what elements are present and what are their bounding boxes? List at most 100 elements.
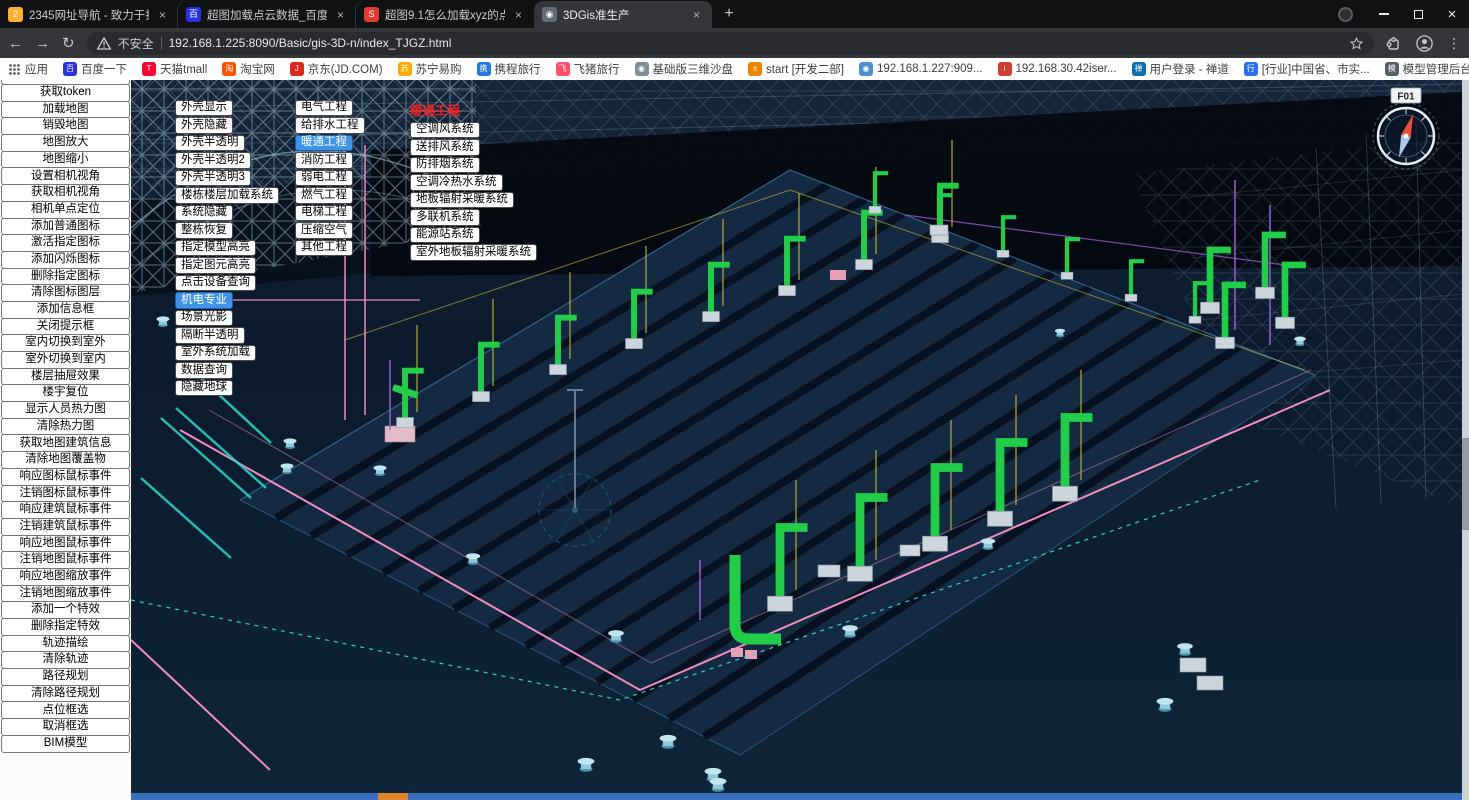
api-menu-item[interactable]: 响应地图鼠标事件 (1, 535, 130, 553)
model-menu-item[interactable]: 室外系统加载 (175, 345, 256, 361)
model-menu-item[interactable]: 外壳隐藏 (175, 117, 233, 133)
api-menu-item[interactable]: 响应地图缩放事件 (1, 568, 130, 586)
new-tab-button[interactable]: + (716, 1, 742, 27)
api-menu-item[interactable]: 楼宇复位 (1, 384, 130, 402)
compass-widget[interactable]: F01 (1367, 86, 1445, 172)
profile-badge-icon[interactable] (1338, 7, 1353, 22)
bookmark-item[interactable]: ◉ 192.168.1.227:909... (859, 61, 983, 77)
discipline-menu-item[interactable]: 电气工程 (295, 100, 353, 116)
api-menu-item[interactable]: 注销图标鼠标事件 (1, 485, 130, 503)
hvac-menu-item[interactable]: 室外地板辐射采暖系统 (410, 244, 537, 260)
api-menu-item[interactable]: 点位框选 (1, 701, 130, 719)
hvac-menu-item[interactable]: 空调冷热水系统 (410, 174, 503, 190)
model-menu-item[interactable]: 场景光影 (175, 310, 233, 326)
api-menu-item[interactable]: 地图缩小 (1, 151, 130, 169)
api-menu-item[interactable]: 注销地图鼠标事件 (1, 551, 130, 569)
discipline-menu-item[interactable]: 弱电工程 (295, 170, 353, 186)
forward-button[interactable]: → (35, 36, 50, 51)
security-label[interactable]: 不安全 (118, 35, 154, 52)
api-menu-item[interactable]: 清除地图覆盖物 (1, 451, 130, 469)
hvac-menu-item[interactable]: 地板辐射采暖系统 (410, 192, 514, 208)
api-menu-item[interactable]: 删除指定图标 (1, 268, 130, 286)
tab-close-icon[interactable]: × (333, 7, 348, 22)
url-text[interactable]: 192.168.1.225:8090/Basic/gis-3D-n/index_… (169, 36, 1342, 50)
hvac-menu-item[interactable]: 多联机系统 (410, 209, 480, 225)
model-menu-item[interactable]: 隐藏地球 (175, 380, 233, 396)
model-menu-item[interactable]: 外壳显示 (175, 100, 233, 116)
tab-close-icon[interactable]: × (511, 7, 526, 22)
api-menu-item[interactable]: 室外切换到室内 (1, 351, 130, 369)
browser-tab[interactable]: 2 2345网址导航 - 致力于打造百年... × (0, 1, 178, 28)
model-menu-item[interactable]: 数据查询 (175, 362, 233, 378)
discipline-menu-item[interactable]: 电梯工程 (295, 205, 353, 221)
model-menu-item[interactable]: 点击设备查询 (175, 275, 256, 291)
bookmark-item[interactable]: 百 百度一下 (63, 61, 127, 77)
api-menu-item[interactable]: 获取token (1, 84, 130, 102)
api-menu-item[interactable]: 室内切换到室外 (1, 334, 130, 352)
discipline-menu-item[interactable]: 暖通工程 (295, 135, 353, 151)
api-menu-item[interactable]: 获取相机视角 (1, 184, 130, 202)
api-menu-item[interactable]: 相机单点定位 (1, 201, 130, 219)
bookmark-item[interactable]: 携 携程旅行 (477, 61, 541, 77)
page-scrollbar[interactable] (1462, 80, 1469, 800)
api-menu-item[interactable]: 注销地图缩放事件 (1, 585, 130, 603)
api-menu-item[interactable]: 地图放大 (1, 134, 130, 152)
hvac-menu-item[interactable]: 空调风系统 (410, 122, 480, 138)
api-menu-item[interactable]: 添加信息框 (1, 301, 130, 319)
api-menu-item[interactable]: 响应建筑鼠标事件 (1, 501, 130, 519)
api-menu-item[interactable]: 关闭提示框 (1, 318, 130, 336)
api-menu-item[interactable]: 楼层抽屉效果 (1, 368, 130, 386)
discipline-menu-item[interactable]: 压缩空气 (295, 222, 353, 238)
address-bar[interactable]: 不安全 192.168.1.225:8090/Basic/gis-3D-n/in… (87, 32, 1374, 55)
back-button[interactable]: ← (8, 36, 23, 51)
tab-close-icon[interactable]: × (155, 7, 170, 22)
bookmark-item[interactable]: i 192.168.30.42iser... (998, 61, 1117, 77)
scrollbar-thumb[interactable] (1462, 438, 1469, 530)
model-menu-item[interactable]: 机电专业 (175, 292, 233, 308)
api-menu-item[interactable]: 销毁地图 (1, 117, 130, 135)
api-menu-item[interactable]: 响应图标鼠标事件 (1, 468, 130, 486)
bookmark-item[interactable]: 禅 用户登录 - 禅道 (1132, 61, 1229, 77)
apps-shortcut[interactable]: 应用 (8, 61, 48, 77)
profile-avatar-icon[interactable] (1416, 35, 1433, 52)
api-menu-item[interactable]: 路径规划 (1, 668, 130, 686)
bookmark-item[interactable]: T 天猫tmall (142, 61, 207, 77)
model-menu-item[interactable]: 指定图元高亮 (175, 257, 256, 273)
hvac-menu-item[interactable]: 能源站系统 (410, 227, 480, 243)
api-menu-item[interactable]: 删除指定特效 (1, 618, 130, 636)
hvac-menu-item[interactable]: 送排风系统 (410, 139, 480, 155)
maximize-button[interactable] (1401, 0, 1435, 28)
api-menu-item[interactable]: 取消框选 (1, 718, 130, 736)
kebab-menu-icon[interactable]: ⋮ (1447, 35, 1461, 52)
api-menu-item[interactable]: 获取地图建筑信息 (1, 434, 130, 452)
api-menu-item[interactable]: 添加闪烁图标 (1, 251, 130, 269)
bookmark-item[interactable]: J 京东(JD.COM) (290, 61, 383, 77)
model-menu-item[interactable]: 外壳半透明 (175, 135, 245, 151)
bookmark-item[interactable]: s start [开发二部] (748, 61, 844, 77)
api-menu-item[interactable]: 轨迹描绘 (1, 635, 130, 653)
bookmark-item[interactable]: 淘 淘宝网 (222, 61, 275, 77)
api-menu-item[interactable]: 清除图标图层 (1, 284, 130, 302)
api-menu-item[interactable]: 添加普通图标 (1, 218, 130, 236)
discipline-menu-item[interactable]: 消防工程 (295, 152, 353, 168)
bookmark-item[interactable]: 行 [行业]中国省、市实... (1244, 61, 1370, 77)
bookmark-item[interactable]: 飞 飞猪旅行 (556, 61, 620, 77)
api-menu-item[interactable]: 激活指定图标 (1, 234, 130, 252)
model-menu-item[interactable]: 楼栋楼层加载系统 (175, 187, 279, 203)
api-menu-item[interactable]: 加载地图 (1, 101, 130, 119)
model-menu-item[interactable]: 外壳半透明3 (175, 170, 251, 186)
tab-close-icon[interactable]: × (689, 7, 704, 22)
api-menu-item[interactable]: BIM模型 (1, 735, 130, 753)
discipline-menu-item[interactable]: 给排水工程 (295, 117, 365, 133)
api-menu-item[interactable]: 添加一个特效 (1, 601, 130, 619)
model-menu-item[interactable]: 系统隐藏 (175, 205, 233, 221)
bookmark-item[interactable]: ◉ 基础版三维沙盘 (635, 61, 734, 77)
model-menu-item[interactable]: 整栋恢复 (175, 222, 233, 238)
minimize-button[interactable] (1367, 0, 1401, 28)
discipline-menu-item[interactable]: 其他工程 (295, 240, 353, 256)
reload-button[interactable]: ↻ (62, 36, 75, 51)
api-menu-item[interactable]: 显示人员热力图 (1, 401, 130, 419)
hvac-menu-item[interactable]: 防排烟系统 (410, 157, 480, 173)
bookmark-item[interactable]: 苏 苏宁易购 (398, 61, 462, 77)
api-menu-item[interactable]: 清除轨迹 (1, 651, 130, 669)
